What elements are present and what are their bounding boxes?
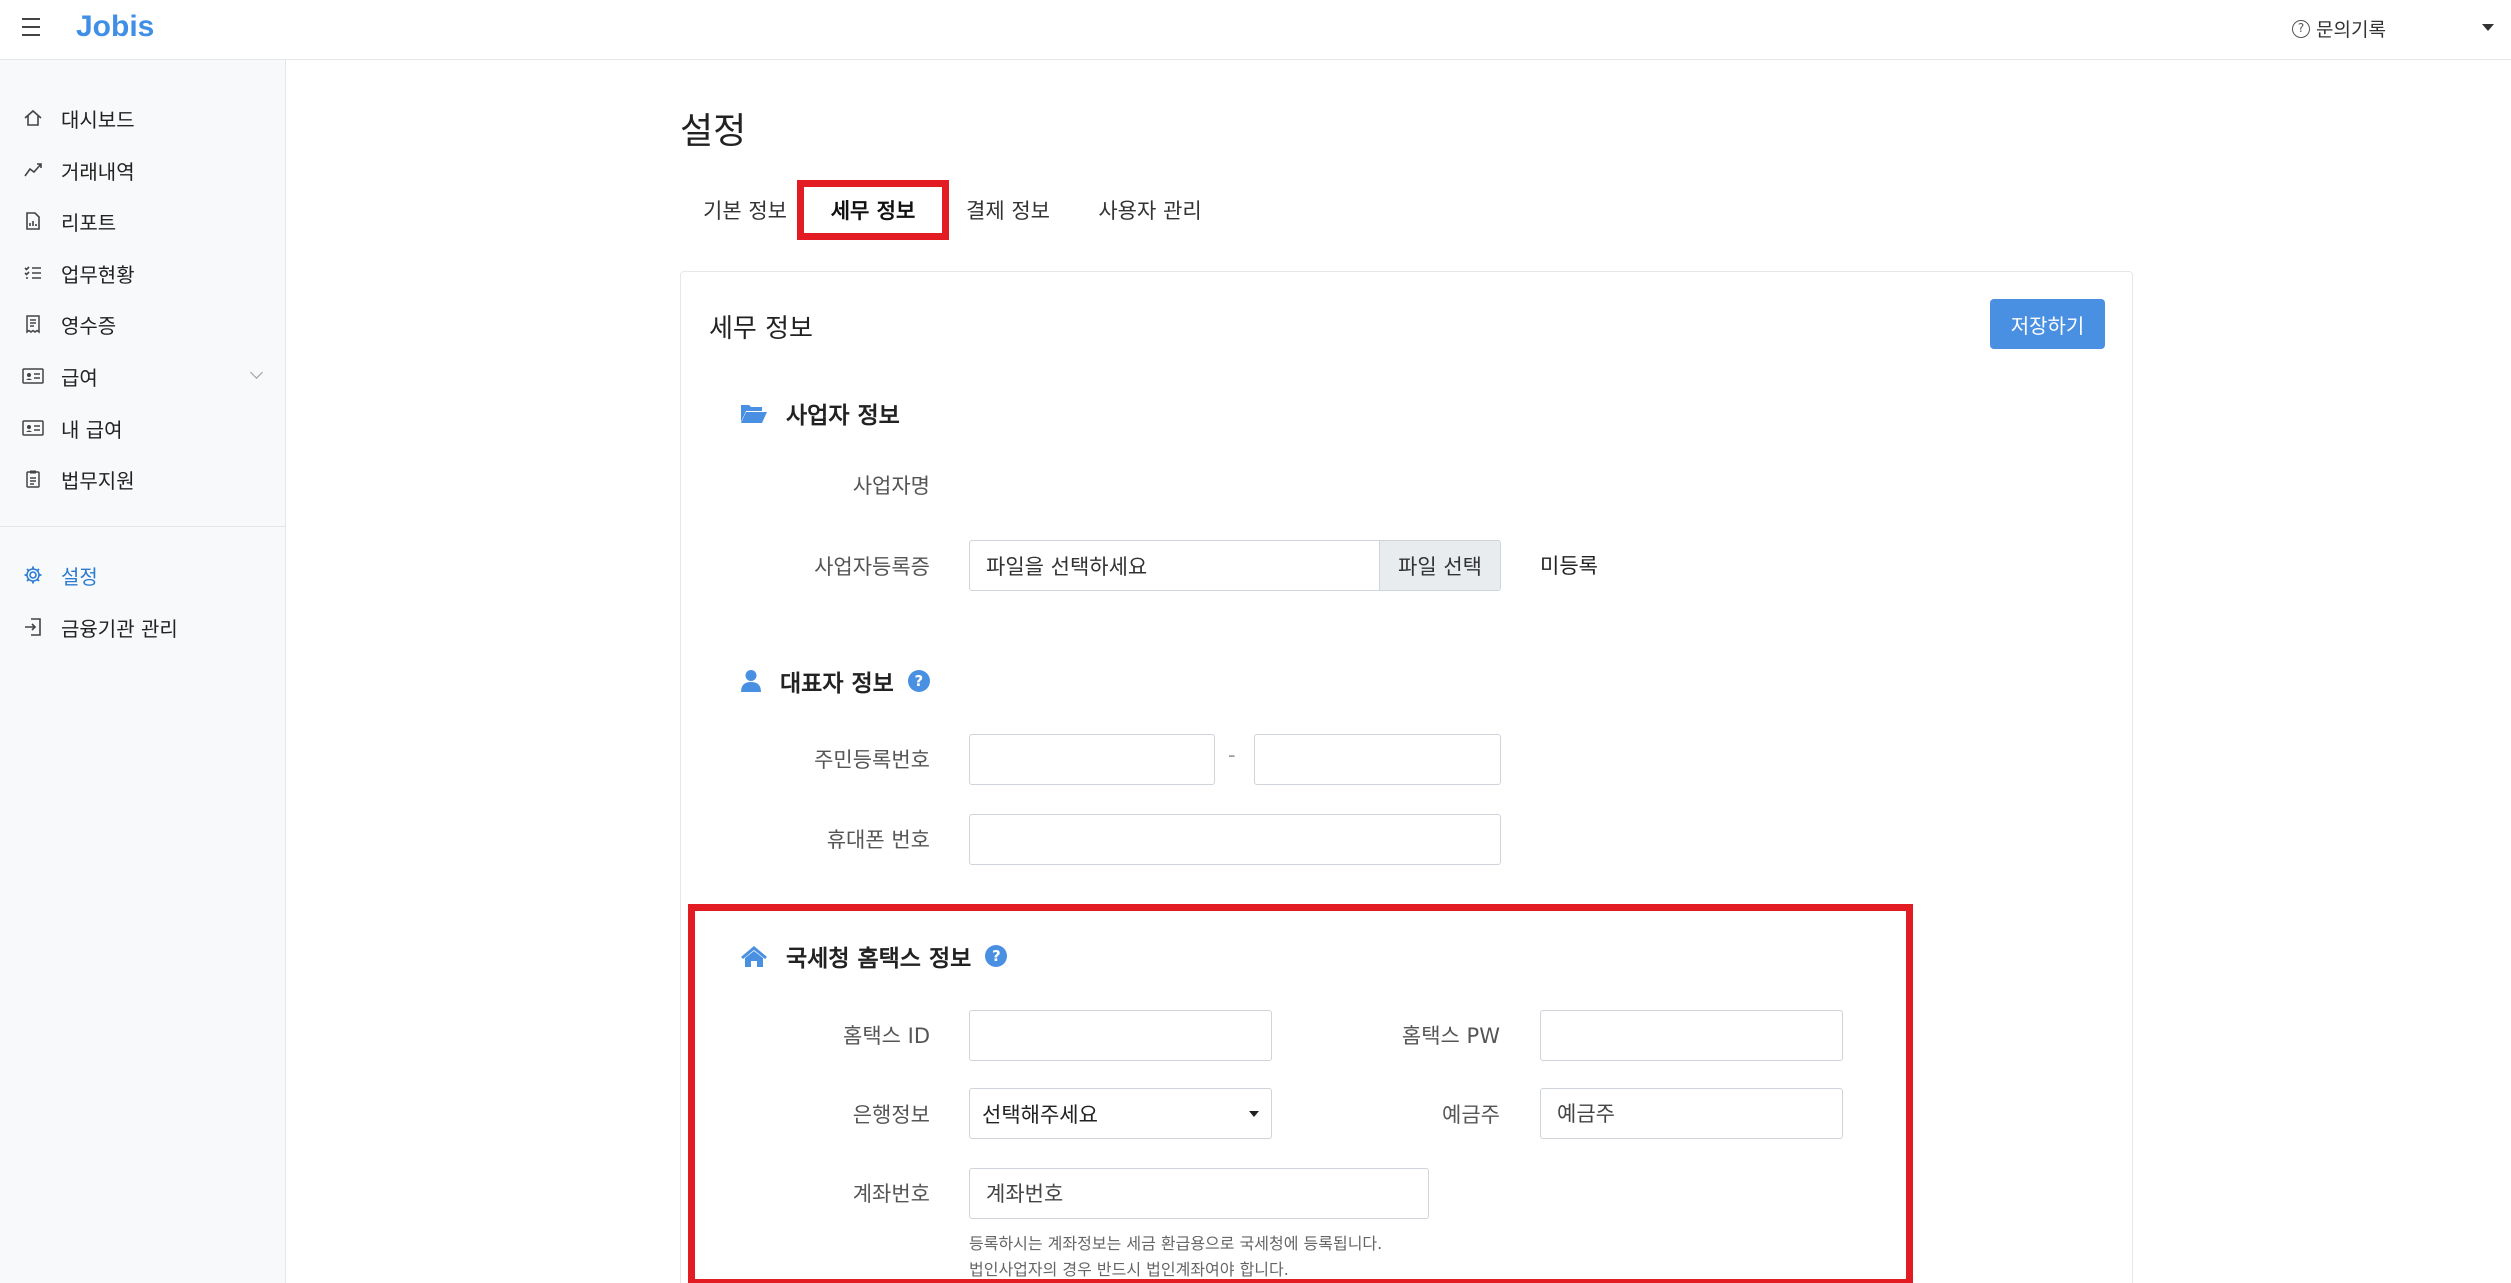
sidebar-item-label: 급여	[61, 365, 98, 390]
home-icon	[22, 107, 44, 129]
tab-tax-info[interactable]: 세무 정보	[797, 180, 949, 240]
report-file-icon	[22, 210, 44, 232]
hometax-id-input[interactable]	[969, 1010, 1272, 1061]
sidebar-item-label: 리포트	[61, 210, 117, 235]
file-select-button[interactable]: 파일 선택	[1379, 541, 1500, 590]
tab-user-management[interactable]: 사용자 관리	[1080, 180, 1220, 240]
sidebar-item-label: 대시보드	[61, 107, 135, 132]
save-button[interactable]: 저장하기	[1990, 299, 2105, 349]
sidebar-item-settings[interactable]: 설정	[0, 553, 286, 597]
sidebar-item-tasks[interactable]: 업무현황	[0, 251, 286, 295]
tab-basic-info[interactable]: 기본 정보	[690, 180, 800, 240]
business-name-label: 사업자명	[852, 474, 930, 498]
chart-line-icon	[22, 159, 44, 181]
gear-icon	[22, 564, 44, 586]
rrn-label: 주민등록번호	[814, 748, 930, 772]
id-card-icon	[22, 365, 44, 387]
top-bar: Jobis ? 문의기록	[0, 0, 2511, 60]
business-info-heading: 사업자 정보	[740, 396, 900, 430]
business-cert-label: 사업자등록증	[814, 555, 930, 579]
id-card-icon	[22, 417, 44, 439]
sidebar-item-label: 설정	[61, 564, 98, 589]
user-icon	[740, 669, 762, 693]
bank-select-value: 선택해주세요	[982, 1102, 1098, 1127]
help-history-label: 문의기록	[2316, 19, 2386, 41]
sign-in-icon	[22, 616, 44, 638]
sidebar-item-my-payroll[interactable]: 내 급여	[0, 406, 286, 450]
rrn-back-input[interactable]	[1254, 734, 1501, 785]
bank-select[interactable]: 선택해주세요	[969, 1088, 1272, 1139]
sidebar-item-receipts[interactable]: 영수증	[0, 302, 286, 346]
account-number-label: 계좌번호	[852, 1182, 930, 1206]
hometax-pw-label: 홈택스 PW	[1401, 1024, 1500, 1048]
bank-label: 은행정보	[852, 1103, 930, 1127]
page-title: 설정	[680, 111, 747, 152]
house-icon	[740, 944, 768, 968]
sidebar-item-label: 법무지원	[61, 468, 135, 493]
hometax-info-heading: 국세청 홈택스 정보 ?	[740, 939, 1008, 973]
rrn-separator: -	[1228, 743, 1236, 767]
menu-icon[interactable]	[22, 18, 46, 38]
sidebar-item-label: 업무현황	[61, 262, 135, 287]
chevron-down-icon	[250, 366, 263, 379]
hometax-pw-input[interactable]	[1540, 1010, 1843, 1061]
representative-info-heading: 대표자 정보 ?	[740, 664, 930, 698]
phone-input[interactable]	[969, 814, 1501, 865]
account-holder-label: 예금주	[1442, 1103, 1500, 1127]
sidebar-item-payroll[interactable]: 급여	[0, 354, 286, 398]
sidebar-item-label: 내 급여	[61, 417, 123, 442]
phone-label: 휴대폰 번호	[826, 828, 930, 852]
sidebar-item-label: 영수증	[61, 313, 117, 338]
receipt-icon	[22, 313, 44, 335]
user-dropdown-caret-icon[interactable]	[2482, 24, 2494, 31]
question-circle-icon[interactable]: ?	[907, 670, 930, 692]
sidebar-item-transactions[interactable]: 거래내역	[0, 148, 286, 192]
brand-logo[interactable]: Jobis	[76, 10, 154, 44]
account-help-text: 등록하시는 계좌정보는 세금 환급용으로 국세청에 등록됩니다.	[969, 1234, 1383, 1253]
clipboard-icon	[22, 468, 44, 490]
sidebar-divider	[0, 526, 286, 527]
section-label: 대표자 정보	[780, 671, 894, 697]
help-history-link[interactable]: ? 문의기록	[2292, 15, 2386, 42]
sidebar-item-legal[interactable]: 법무지원	[0, 457, 286, 501]
section-label: 사업자 정보	[786, 403, 900, 429]
registration-status: 미등록	[1540, 554, 1598, 578]
tab-payment-info[interactable]: 결제 정보	[953, 180, 1063, 240]
sidebar-item-dashboard[interactable]: 대시보드	[0, 96, 286, 140]
hometax-id-label: 홈택스 ID	[843, 1024, 930, 1048]
question-circle-icon[interactable]: ?	[985, 945, 1008, 967]
account-help-text: 법인사업자의 경우 반드시 법인계좌여야 합니다.	[969, 1260, 1289, 1279]
section-label: 국세청 홈택스 정보	[786, 946, 972, 972]
caret-down-icon	[1249, 1111, 1259, 1117]
rrn-front-input[interactable]	[969, 734, 1215, 785]
question-circle-icon: ?	[2292, 19, 2310, 38]
file-placeholder: 파일을 선택하세요	[986, 554, 1148, 579]
sidebar-item-report[interactable]: 리포트	[0, 199, 286, 243]
account-number-input[interactable]	[969, 1168, 1429, 1219]
sidebar-item-financial-institutions[interactable]: 금융기관 관리	[0, 605, 286, 649]
account-holder-input[interactable]	[1540, 1088, 1843, 1139]
folder-open-icon	[740, 402, 768, 424]
business-cert-file-input[interactable]: 파일을 선택하세요 파일 선택	[969, 540, 1501, 591]
sidebar-item-label: 금융기관 관리	[61, 616, 178, 641]
sidebar-item-label: 거래내역	[61, 159, 135, 184]
card-title: 세무 정보	[709, 314, 813, 344]
sidebar: 대시보드 거래내역 리포트 업무현황 영수증 급여 내 급여 법무지원 설정 금…	[0, 60, 286, 1283]
task-list-icon	[22, 262, 44, 284]
